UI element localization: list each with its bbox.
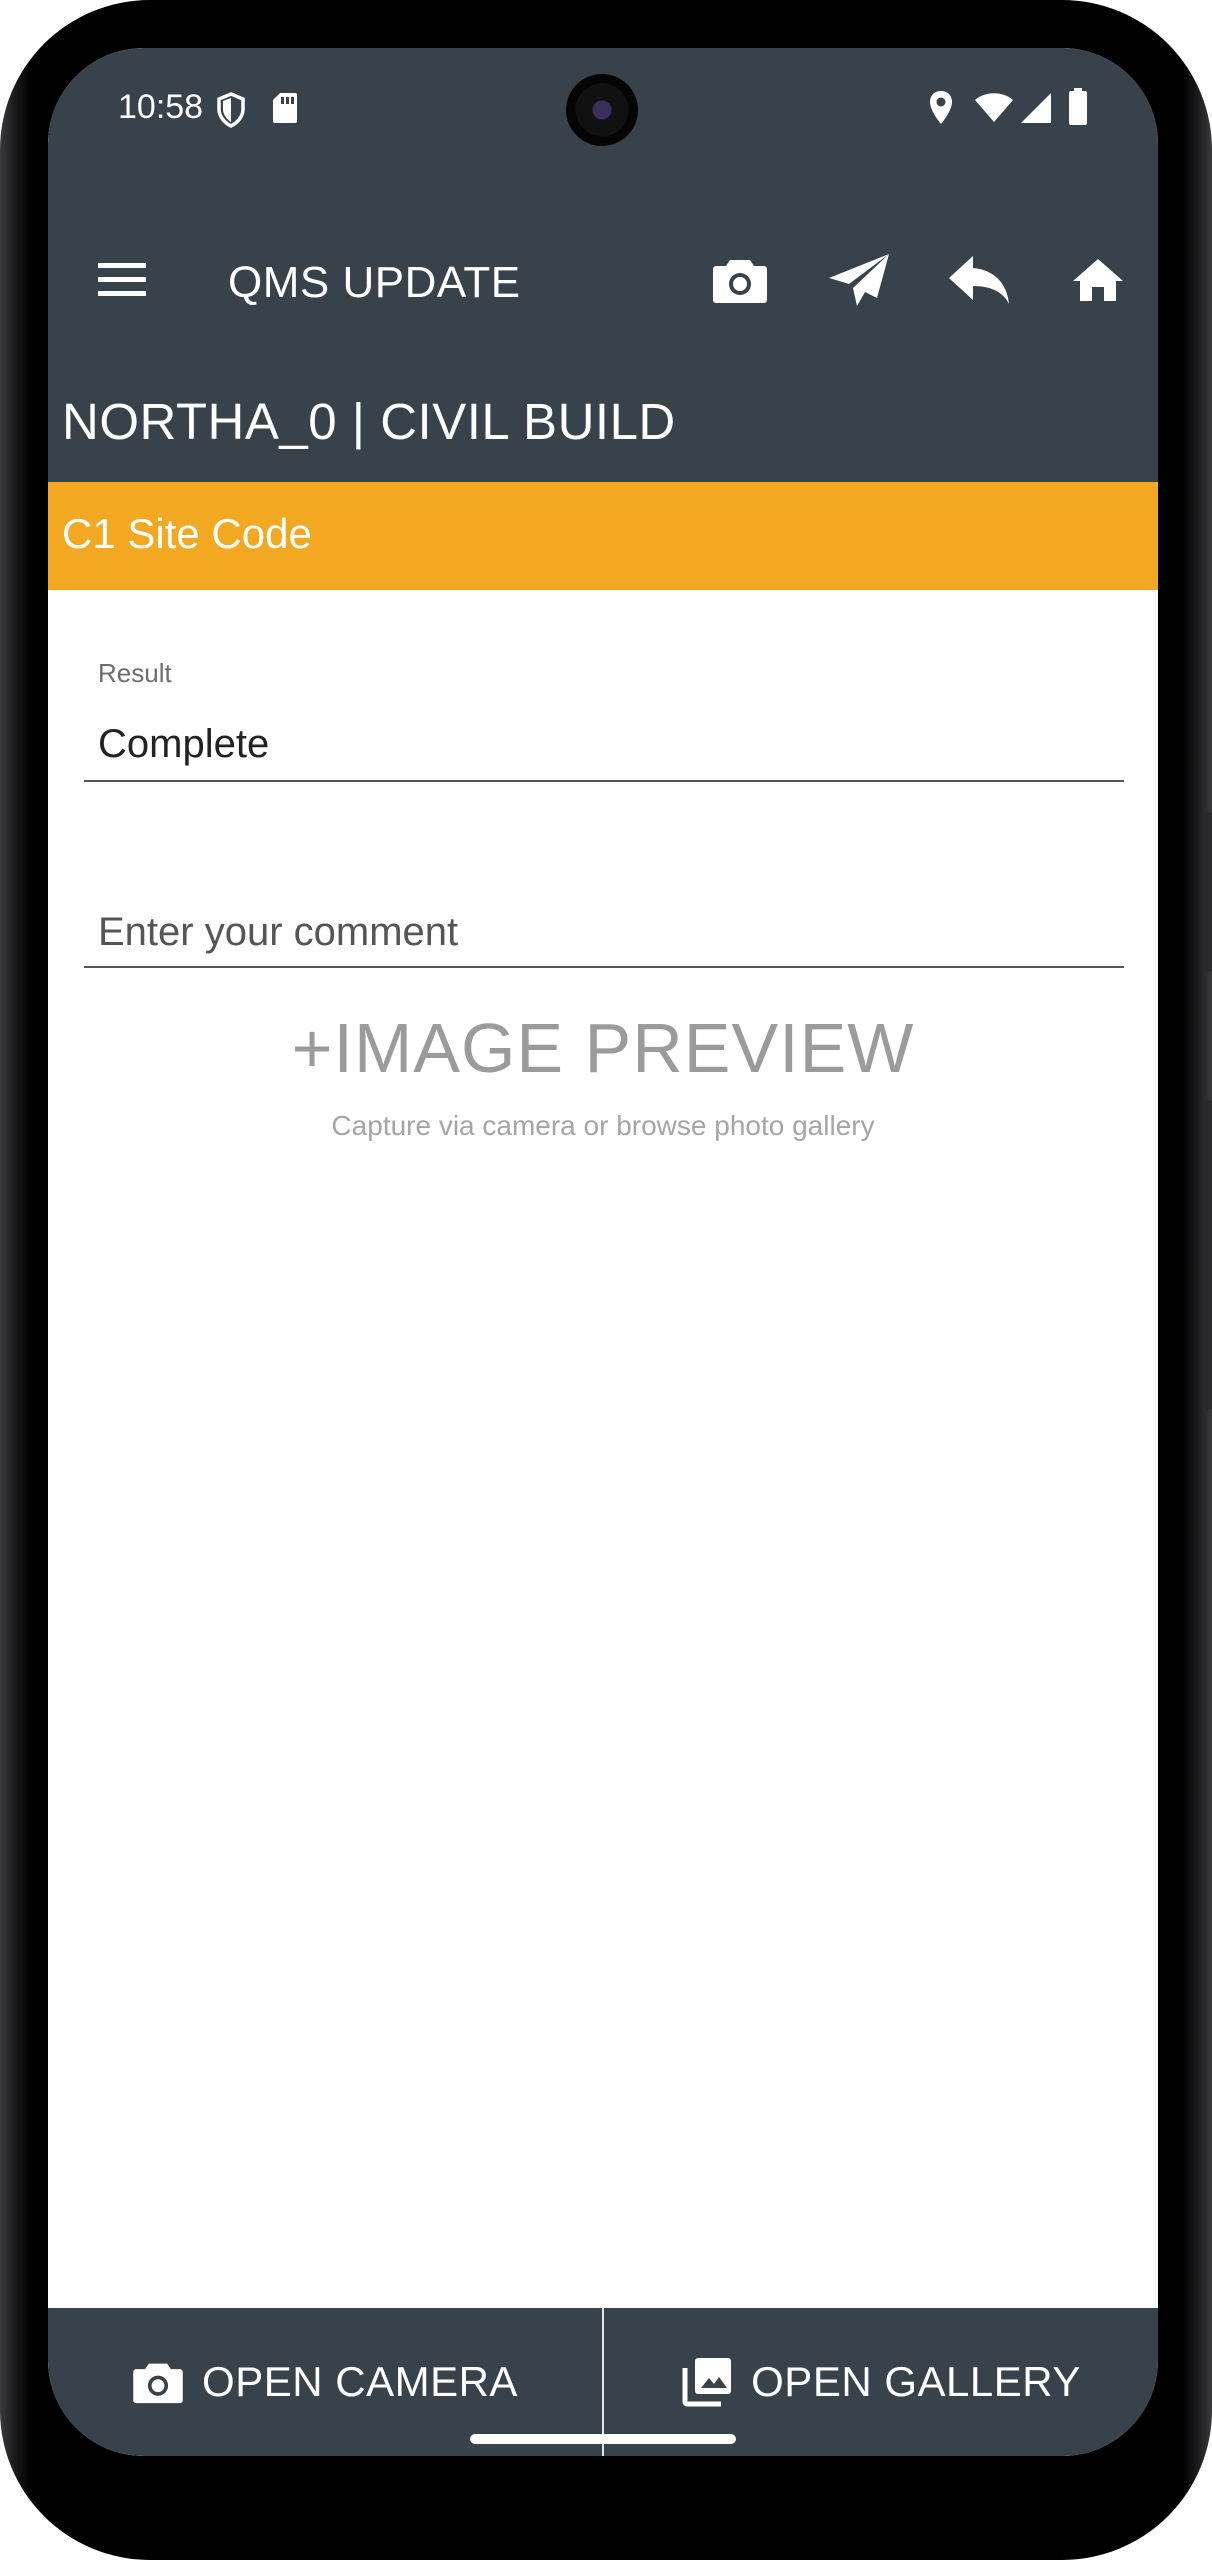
status-bar: 10:58 [48, 48, 1158, 198]
section-header: C1 Site Code [48, 482, 1158, 590]
home-icon [1073, 259, 1123, 301]
send-icon [829, 254, 889, 306]
reply-icon [949, 256, 1009, 304]
send-button[interactable] [819, 240, 899, 320]
site-title: NORTHA_0 | CIVIL BUILD [62, 393, 676, 450]
menu-icon [98, 263, 146, 296]
app-title: QMS UPDATE [228, 258, 521, 307]
result-underline [84, 780, 1124, 782]
battery-icon [1069, 88, 1087, 125]
screen: 10:58 QMS UPDATE NORTHA_0 | CIVIL BUILD … [48, 48, 1158, 2456]
image-preview-title[interactable]: +IMAGE PREVIEW [48, 1008, 1158, 1088]
shield-icon [217, 92, 245, 128]
camera-button[interactable] [700, 240, 780, 320]
section-title: C1 Site Code [62, 510, 312, 557]
camera-icon [713, 260, 767, 303]
comment-placeholder: Enter your comment [98, 910, 459, 954]
home-button[interactable] [1058, 240, 1138, 320]
status-time: 10:58 [118, 88, 204, 126]
site-header: NORTHA_0 | CIVIL BUILD [48, 360, 1158, 482]
app-bar: QMS UPDATE [48, 198, 1158, 362]
camera-icon [133, 2363, 183, 2404]
wifi-icon [975, 93, 1013, 122]
comment-underline [84, 966, 1124, 968]
gesture-nav-handle[interactable] [470, 2434, 736, 2444]
comment-field[interactable]: Enter your comment [84, 848, 1124, 970]
power-button [1204, 1100, 1212, 1410]
sd-card-icon [273, 93, 297, 123]
result-label: Result [98, 658, 172, 688]
signal-icon [1021, 93, 1051, 123]
result-field[interactable]: Result Complete [84, 658, 1124, 784]
front-camera [566, 74, 638, 146]
result-value: Complete [98, 722, 270, 766]
reply-button[interactable] [939, 240, 1019, 320]
menu-button[interactable] [82, 240, 162, 320]
image-preview-subtitle: Capture via camera or browse photo galle… [331, 1110, 875, 1141]
gallery-icon [682, 2358, 732, 2407]
open-camera-label: OPEN CAMERA [202, 2358, 518, 2405]
location-icon [930, 91, 952, 124]
open-gallery-label: OPEN GALLERY [751, 2358, 1081, 2405]
volume-button [1204, 812, 1212, 972]
